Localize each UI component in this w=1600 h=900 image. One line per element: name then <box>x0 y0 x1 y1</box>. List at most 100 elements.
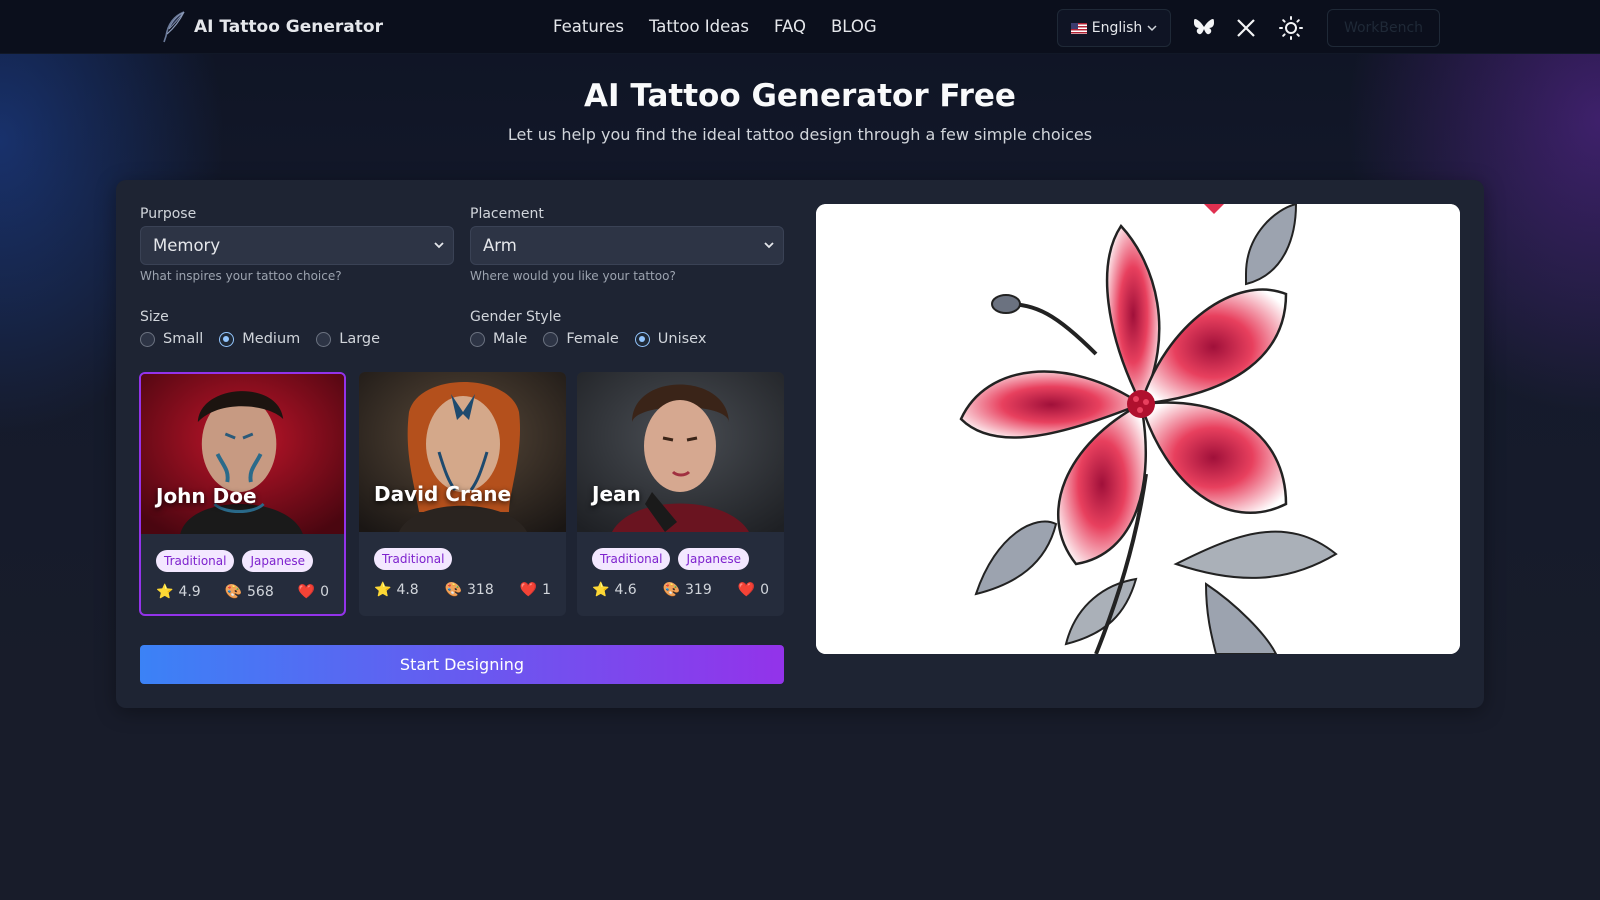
style-tag: Traditional <box>156 550 235 572</box>
star-icon: ⭐ <box>374 582 392 598</box>
nav-link-faq[interactable]: FAQ <box>774 17 806 36</box>
us-flag-icon <box>1070 22 1087 34</box>
rating-value: 4.6 <box>614 582 637 598</box>
size-option-medium[interactable]: Medium <box>219 331 300 347</box>
tattoo-preview <box>816 204 1460 654</box>
artist-photo <box>141 374 344 534</box>
language-label: English <box>1091 20 1143 36</box>
chevron-down-icon <box>434 242 444 249</box>
rating-stat: ⭐ 4.9 <box>156 584 201 600</box>
radio-button[interactable] <box>543 331 559 347</box>
language-selector[interactable]: English <box>1057 9 1171 47</box>
chevron-down-icon <box>1147 25 1157 32</box>
size-label: Size <box>140 309 169 325</box>
main-nav: Features Tattoo Ideas FAQ BLOG <box>553 17 877 36</box>
rating-stat: ⭐ 4.8 <box>374 582 419 598</box>
artist-name: David Crane <box>374 482 512 506</box>
works-value: 568 <box>247 584 274 600</box>
radio-button[interactable] <box>316 331 332 347</box>
rating-stat: ⭐ 4.6 <box>592 582 637 598</box>
gender-radio-group: Male Female Unisex <box>470 331 706 347</box>
placement-select[interactable]: Arm <box>470 226 784 265</box>
purpose-label: Purpose <box>140 206 197 222</box>
feather-pen-icon <box>163 11 185 43</box>
nav-link-features[interactable]: Features <box>553 17 624 36</box>
likes-value: 0 <box>320 584 329 600</box>
works-value: 318 <box>467 582 494 598</box>
brand-logo[interactable]: AI Tattoo Generator <box>160 10 383 44</box>
size-option-small[interactable]: Small <box>140 331 203 347</box>
gender-option-label: Female <box>566 331 619 347</box>
star-icon: ⭐ <box>592 582 610 598</box>
radio-button-checked[interactable] <box>634 331 650 347</box>
top-navbar: AI Tattoo Generator Features Tattoo Idea… <box>0 0 1600 54</box>
artist-stats: ⭐ 4.8 🎨 318 ❤️ 1 <box>374 582 551 598</box>
style-tag: Japanese <box>242 550 313 572</box>
x-logo-icon <box>1237 19 1255 37</box>
chevron-down-icon <box>764 242 774 249</box>
heart-icon: ❤️ <box>297 584 316 600</box>
bluesky-button[interactable] <box>1192 16 1216 40</box>
style-tag: Traditional <box>592 548 671 570</box>
size-option-label: Small <box>163 331 204 347</box>
artist-card-david-crane[interactable]: David Crane Traditional ⭐ 4.8 🎨 318 ❤️ 1 <box>359 372 566 616</box>
star-icon: ⭐ <box>156 584 174 600</box>
style-tag: Traditional <box>374 548 453 570</box>
likes-stat: ❤️ 0 <box>298 584 329 600</box>
size-option-large[interactable]: Large <box>316 331 380 347</box>
artist-portrait-image <box>577 372 784 532</box>
nav-link-tattoo-ideas[interactable]: Tattoo Ideas <box>649 17 749 36</box>
purpose-value: Memory <box>153 236 221 255</box>
artist-tags: Traditional Japanese <box>156 550 313 572</box>
artist-portrait-image <box>141 374 344 534</box>
placement-label: Placement <box>470 206 544 222</box>
workbench-button[interactable]: WorkBench <box>1327 9 1440 47</box>
works-stat: 🎨 318 <box>445 582 494 598</box>
gender-option-male[interactable]: Male <box>470 331 527 347</box>
nav-link-blog[interactable]: BLOG <box>831 17 877 36</box>
artist-stats: ⭐ 4.6 🎨 319 ❤️ 0 <box>592 582 769 598</box>
heart-icon: ❤️ <box>519 582 538 598</box>
page-subtitle: Let us help you find the ideal tattoo de… <box>507 125 1093 144</box>
artist-card-jean[interactable]: Jean Traditional Japanese ⭐ 4.6 🎨 319 ❤️ 0 <box>577 372 784 616</box>
artist-portrait-image <box>359 372 566 532</box>
style-tag: Japanese <box>678 548 749 570</box>
rating-value: 4.8 <box>396 582 419 598</box>
works-stat: 🎨 568 <box>225 584 274 600</box>
palette-icon: 🎨 <box>224 584 243 600</box>
sun-icon <box>1279 16 1303 40</box>
artist-name: John Doe <box>156 484 257 508</box>
gender-style-label: Gender Style <box>470 309 562 325</box>
placement-hint: Where would you like your tattoo? <box>470 269 676 283</box>
x-social-button[interactable] <box>1234 16 1258 40</box>
likes-value: 1 <box>542 582 551 598</box>
artist-photo <box>359 372 566 532</box>
generator-panel: Purpose Memory What inspires your tattoo… <box>116 180 1484 708</box>
rating-value: 4.9 <box>178 584 201 600</box>
butterfly-icon <box>1194 19 1214 35</box>
artist-stats: ⭐ 4.9 🎨 568 ❤️ 0 <box>156 584 329 600</box>
placement-value: Arm <box>483 236 517 255</box>
gender-option-label: Unisex <box>657 331 707 347</box>
start-designing-button[interactable]: Start Designing <box>140 645 784 684</box>
radio-button-checked[interactable] <box>219 331 235 347</box>
size-option-label: Large <box>339 331 381 347</box>
radio-button[interactable] <box>140 331 155 347</box>
purpose-select[interactable]: Memory <box>140 226 454 265</box>
likes-value: 0 <box>760 582 769 598</box>
artist-tags: Traditional <box>374 548 453 570</box>
gender-option-female[interactable]: Female <box>543 331 619 347</box>
artist-photo <box>577 372 784 532</box>
likes-stat: ❤️ 1 <box>520 582 551 598</box>
radio-button[interactable] <box>470 331 485 347</box>
size-option-label: Medium <box>242 331 301 347</box>
palette-icon: 🎨 <box>444 582 463 598</box>
likes-stat: ❤️ 0 <box>738 582 769 598</box>
gender-option-unisex[interactable]: Unisex <box>634 331 707 347</box>
artist-card-john-doe[interactable]: John Doe Traditional Japanese ⭐ 4.9 🎨 568 … <box>139 372 346 616</box>
size-radio-group: Small Medium Large <box>140 331 380 347</box>
gender-option-label: Male <box>493 331 528 347</box>
page-title: AI Tattoo Generator Free <box>584 78 1016 114</box>
theme-toggle-button[interactable] <box>1279 16 1303 40</box>
purpose-hint: What inspires your tattoo choice? <box>140 269 342 283</box>
